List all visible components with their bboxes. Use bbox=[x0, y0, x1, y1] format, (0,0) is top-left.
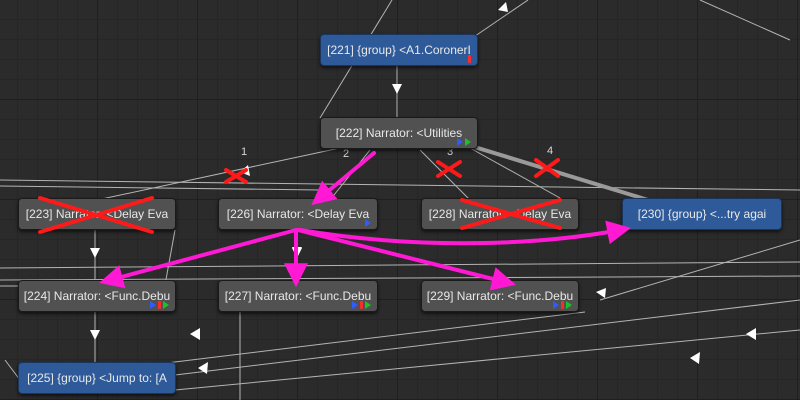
annotation-arrow-to-226 bbox=[311, 151, 376, 206]
annotation-overlay bbox=[38, 151, 632, 291]
annotation-arrow-to-224 bbox=[99, 228, 298, 289]
annotation-arrow-to-229 bbox=[296, 228, 516, 291]
